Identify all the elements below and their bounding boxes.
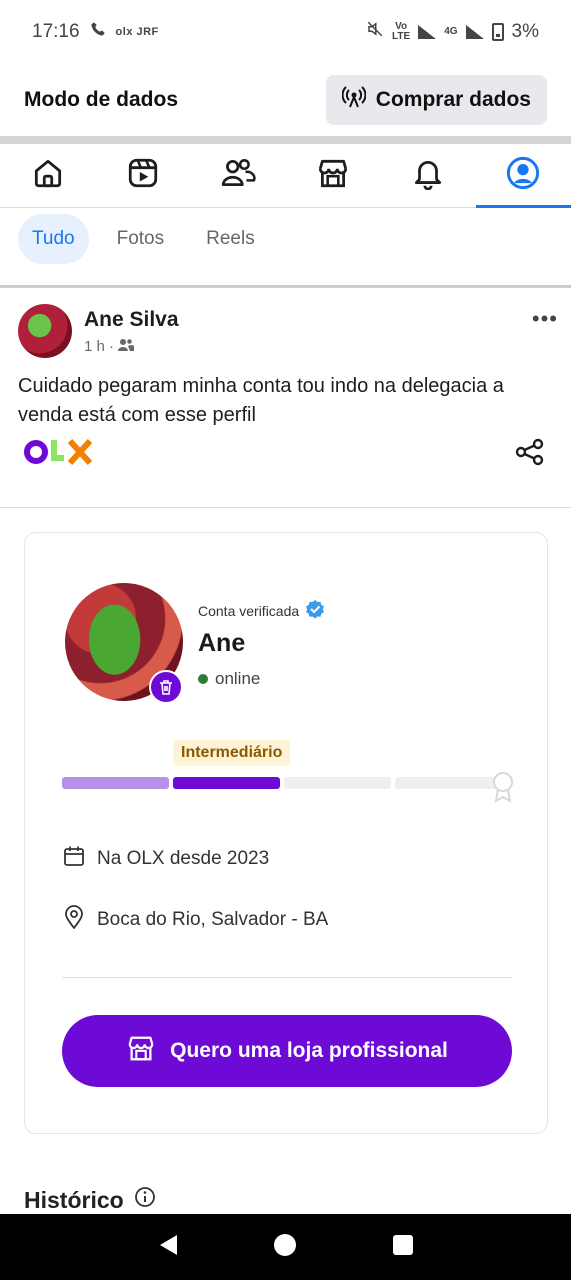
olx-profile-card: Conta verificada Ane online Intermediári… [24,532,548,1134]
olx-logo [24,436,96,468]
status-bar: 17:16 olx JRF Vo LTE 4G 3% [0,0,571,64]
more-options-icon[interactable]: ••• [532,306,558,332]
seller-name: Ane [198,629,246,657]
progress-segment-3 [284,777,391,789]
location-text: Boca do Rio, Salvador - BA [97,909,329,930]
nav-video[interactable] [95,144,190,207]
post-divider [0,507,571,508]
mute-icon [366,20,384,44]
system-navigation-bar [0,1214,571,1280]
progress-segment-4 [395,777,502,789]
card-divider [62,977,512,978]
section-separator [0,136,571,144]
recents-icon[interactable] [392,1234,414,1261]
status-right: Vo LTE 4G 3% [366,20,539,44]
nav-notifications[interactable] [381,144,476,207]
bell-icon [411,156,445,195]
lte-label: LTE [392,31,411,42]
history-section-title: Histórico [24,1186,156,1214]
tab-all[interactable]: Tudo [18,214,89,264]
share-icon[interactable] [514,436,546,473]
nav-marketplace[interactable] [286,144,381,207]
data-mode-bar: Modo de dados Comprar dados [0,64,571,136]
tab-photos[interactable]: Fotos [103,214,179,264]
friends-audience-icon [118,338,136,355]
tabs-divider [0,285,571,288]
post-text: Cuidado pegaram minha conta tou indo na … [18,375,504,426]
signal-icon-2 [465,25,484,39]
broadcast-icon [341,86,367,114]
friends-icon [220,156,256,195]
phone-icon [90,21,106,43]
calendar-icon [63,845,85,873]
verified-badge-icon [305,599,325,622]
video-icon [126,156,160,195]
post-author-name[interactable]: Ane Silva [84,308,179,332]
location-pin-icon [63,905,85,935]
storefront-icon [126,1033,156,1069]
verified-account: Conta verificada [198,599,325,622]
author-avatar[interactable] [18,304,72,358]
nav-profile[interactable] [475,144,571,208]
progress-segment-1 [62,777,169,789]
status-notification-text: olx JRF [115,26,159,38]
nav-friends[interactable] [190,144,285,207]
level-progress-bar [62,777,502,789]
status-time: 17:16 [32,21,80,42]
profile-filter-tabs: Tudo Fotos Reels [18,214,269,264]
buy-data-button[interactable]: Comprar dados [325,75,547,125]
battery-percent: 3% [511,21,539,42]
location-row: Boca do Rio, Salvador - BA [63,905,328,935]
info-icon [134,1186,156,1214]
tab-reels[interactable]: Reels [192,214,269,264]
seller-level-badge: Intermediário [173,740,291,766]
network-4g-label: 4G [444,26,458,37]
battery-icon [491,23,504,41]
buy-data-label: Comprar dados [375,88,531,111]
verified-text: Conta verificada [198,602,300,619]
online-status: online [198,669,260,689]
member-since-text: Na OLX desde 2023 [97,848,270,869]
professional-store-label: Quero uma loja profissional [170,1039,448,1062]
history-title: Histórico [24,1186,124,1213]
professional-store-button: Quero uma loja profissional [62,1015,512,1087]
home-button-icon[interactable] [273,1233,297,1262]
online-label: online [215,669,261,688]
signal-icon [418,25,437,39]
member-since-row: Na OLX desde 2023 [63,845,269,873]
back-icon[interactable] [157,1233,179,1262]
post-header: Ane Silva 1 h · ••• [18,304,558,364]
post-meta: 1 h · [84,338,136,355]
profile-icon [505,155,541,196]
main-nav [0,144,571,208]
progress-segment-2 [173,777,280,789]
trash-icon [149,670,183,704]
nav-home[interactable] [0,144,95,207]
post-time[interactable]: 1 h · [84,338,114,355]
online-dot-icon [198,674,208,684]
store-icon [316,156,350,195]
home-icon [31,156,65,195]
data-mode-title: Modo de dados [24,88,178,111]
volte-indicator: Vo LTE [392,22,410,42]
medal-icon [491,771,515,808]
status-left: 17:16 olx JRF [32,21,159,43]
